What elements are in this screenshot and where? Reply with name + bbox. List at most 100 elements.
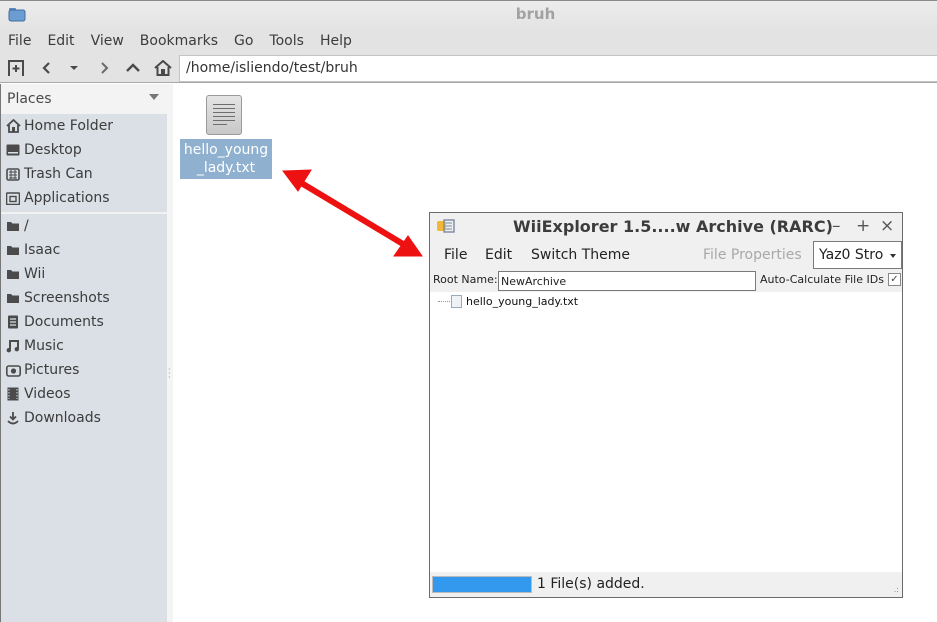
sidebar-item-label: /	[24, 218, 29, 234]
videos-icon	[4, 386, 22, 402]
folder-icon	[4, 266, 22, 282]
text-file-icon	[206, 95, 242, 135]
sidebar-item-label: Wii	[24, 266, 46, 282]
menu-bar: File Edit View Bookmarks Go Tools Help	[0, 28, 937, 54]
status-bar: 1 File(s) added. .:	[430, 572, 902, 597]
menu-help[interactable]: Help	[320, 33, 352, 49]
new-tab-icon	[8, 60, 24, 76]
file-name-label: hello_young _lady.txt	[180, 139, 272, 179]
wii-menu-switch-theme[interactable]: Switch Theme	[531, 247, 630, 263]
wii-menu-edit[interactable]: Edit	[485, 247, 512, 263]
file-icon	[451, 294, 462, 308]
sidebar-item-videos[interactable]: Videos	[1, 382, 167, 406]
sidebar-item-root[interactable]: /	[1, 214, 167, 238]
sidebar-item-screenshots[interactable]: Screenshots	[1, 286, 167, 310]
trash-icon	[4, 166, 22, 182]
wiiexplorer-menubar: File Edit Switch Theme File Properties Y…	[430, 240, 902, 270]
splitter-grip-icon: · · ·	[168, 365, 171, 382]
chevron-down-icon	[890, 254, 896, 258]
sidebar-item-label: Pictures	[24, 362, 80, 378]
sidebar-item-home-folder[interactable]: Home Folder	[1, 114, 167, 138]
sidebar-splitter[interactable]	[167, 84, 173, 622]
home-button[interactable]	[153, 58, 173, 78]
folder-icon	[4, 218, 22, 234]
tree-item-name: hello_young_lady.txt	[466, 294, 579, 308]
close-button[interactable]: ×	[880, 216, 894, 236]
compression-select[interactable]: Yaz0 Stro	[813, 241, 902, 269]
places-dropdown[interactable]: Places	[1, 84, 167, 114]
wiiexplorer-app-icon	[437, 219, 455, 233]
sidebar-item-label: Screenshots	[24, 290, 110, 306]
downloads-icon	[4, 410, 22, 426]
back-icon	[42, 62, 50, 74]
places-sidebar: Places Home Folder Desktop Trash Can App…	[0, 84, 167, 622]
root-name-label: Root Name:	[433, 273, 498, 286]
forward-icon	[101, 62, 109, 74]
minimize-button[interactable]: –	[832, 216, 841, 236]
folder-icon	[4, 290, 22, 306]
file-manager-titlebar: bruh	[0, 0, 937, 28]
back-button[interactable]	[37, 58, 57, 78]
sidebar-item-label: Trash Can	[24, 166, 93, 182]
music-icon	[4, 338, 22, 354]
sidebar-item-label: Videos	[24, 386, 71, 402]
applications-icon	[4, 190, 22, 206]
menu-view[interactable]: View	[91, 33, 124, 49]
progress-fill	[433, 577, 531, 592]
sidebar-item-label: Home Folder	[24, 118, 114, 134]
menu-tools[interactable]: Tools	[269, 33, 304, 49]
sidebar-item-label: Isaac	[24, 242, 61, 258]
sidebar-item-label: Desktop	[24, 142, 82, 158]
wii-menu-file[interactable]: File	[444, 247, 467, 263]
folder-icon	[4, 242, 22, 258]
home-icon	[4, 118, 22, 134]
sidebar-item-downloads[interactable]: Downloads	[1, 406, 167, 430]
tree-connector	[438, 300, 450, 302]
arrow-shaft	[295, 178, 411, 250]
window-title: bruh	[515, 5, 556, 23]
documents-icon	[4, 314, 22, 330]
up-button[interactable]	[123, 58, 143, 78]
pictures-icon	[4, 362, 22, 378]
wiiexplorer-window: WiiExplorer 1.5....w Archive (RARC) – + …	[429, 212, 903, 598]
sidebar-item-desktop[interactable]: Desktop	[1, 138, 167, 162]
new-tab-button[interactable]	[6, 58, 26, 78]
arrow-head-start	[282, 169, 312, 192]
progress-bar	[432, 576, 532, 593]
sidebar-item-pictures[interactable]: Pictures	[1, 358, 167, 382]
sidebar-item-trash-can[interactable]: Trash Can	[1, 162, 167, 186]
sidebar-item-music[interactable]: Music	[1, 334, 167, 358]
sidebar-item-wii[interactable]: Wii	[1, 262, 167, 286]
status-text: 1 File(s) added.	[537, 576, 645, 592]
tree-item[interactable]: hello_young_lady.txt	[438, 293, 578, 309]
forward-button[interactable]	[94, 58, 114, 78]
menu-file[interactable]: File	[8, 33, 31, 49]
resize-grip-icon[interactable]: .:	[894, 585, 899, 594]
compression-select-value: Yaz0 Stro	[819, 247, 884, 263]
auto-calc-label: Auto-Calculate File IDs	[760, 273, 884, 286]
wiiexplorer-title: WiiExplorer 1.5....w Archive (RARC)	[513, 217, 833, 236]
root-name-row: Root Name: NewArchive Auto-Calculate Fil…	[430, 270, 902, 292]
home-icon	[154, 60, 172, 76]
auto-calc-checkbox[interactable]: ✓	[888, 273, 901, 286]
sidebar-item-documents[interactable]: Documents	[1, 310, 167, 334]
chevron-down-icon	[149, 94, 159, 100]
arrow-head-end	[393, 235, 423, 257]
menu-go[interactable]: Go	[234, 33, 253, 49]
sidebar-item-label: Music	[24, 338, 64, 354]
root-name-input[interactable]: NewArchive	[498, 271, 756, 291]
menu-bookmarks[interactable]: Bookmarks	[140, 33, 218, 49]
up-icon	[126, 63, 140, 72]
menu-edit[interactable]: Edit	[47, 33, 74, 49]
sidebar-item-label: Documents	[24, 314, 104, 330]
history-dropdown-button[interactable]	[64, 58, 84, 78]
desktop-icon	[4, 142, 22, 158]
sidebar-item-applications[interactable]: Applications	[1, 186, 167, 210]
sidebar-item-label: Applications	[24, 190, 110, 206]
location-bar[interactable]: /home/isliendo/test/bruh	[179, 55, 937, 82]
sidebar-item-isaac[interactable]: Isaac	[1, 238, 167, 262]
maximize-button[interactable]: +	[856, 216, 870, 236]
sidebar-item-label: Downloads	[24, 410, 101, 426]
chevron-down-icon	[70, 66, 78, 70]
wii-menu-file-properties[interactable]: File Properties	[703, 247, 802, 263]
